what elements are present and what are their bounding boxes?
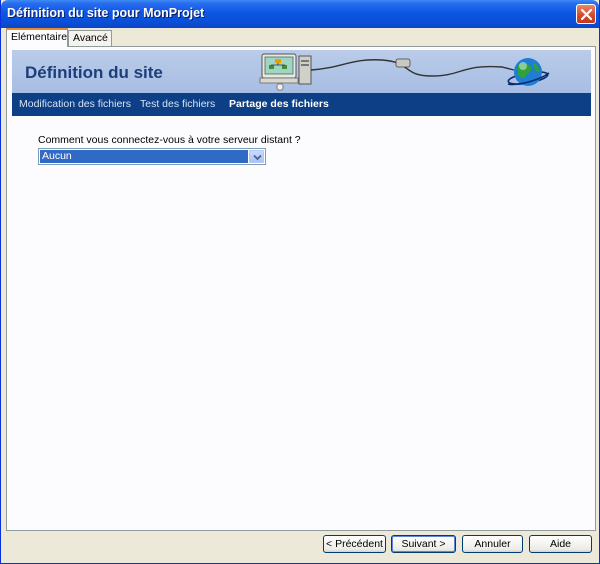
- wizard-steps: Modification des fichiers Test des fichi…: [12, 93, 591, 116]
- tab-basic[interactable]: Elémentaire: [6, 28, 68, 47]
- step-file-testing[interactable]: Test des fichiers: [140, 98, 215, 110]
- close-icon: [580, 8, 593, 21]
- globe-icon: [507, 58, 550, 86]
- connection-selected-value: Aucun: [40, 150, 248, 163]
- title-bar[interactable]: Définition du site pour MonProjet: [1, 0, 599, 28]
- tab-advanced[interactable]: Avancé: [68, 30, 112, 46]
- banner-heading: Définition du site: [25, 63, 163, 82]
- dropdown-button[interactable]: [249, 150, 264, 163]
- tab-strip: Elémentaire Avancé: [6, 28, 596, 47]
- dropdown-arrow-icon: [253, 154, 262, 161]
- step-file-sharing[interactable]: Partage des fichiers: [229, 98, 329, 110]
- window-title: Définition du site pour MonProjet: [7, 6, 205, 20]
- previous-button[interactable]: < Précédent: [323, 535, 386, 553]
- help-button[interactable]: Aide: [529, 535, 592, 553]
- tab-panel: Définition du site Modification des fich…: [6, 46, 596, 531]
- wizard-banner: Définition du site: [12, 50, 591, 93]
- connection-question: Comment vous connectez-vous à votre serv…: [38, 134, 301, 146]
- cancel-button[interactable]: Annuler: [462, 535, 523, 553]
- close-button[interactable]: [576, 4, 596, 24]
- connection-select[interactable]: Aucun: [38, 148, 266, 165]
- dialog-window: Définition du site pour MonProjet Elémen…: [0, 0, 600, 564]
- computer-icon: [259, 53, 312, 91]
- step-file-editing[interactable]: Modification des fichiers: [19, 98, 131, 110]
- banner-illustration: [259, 53, 550, 91]
- next-button[interactable]: Suivant >: [391, 535, 456, 553]
